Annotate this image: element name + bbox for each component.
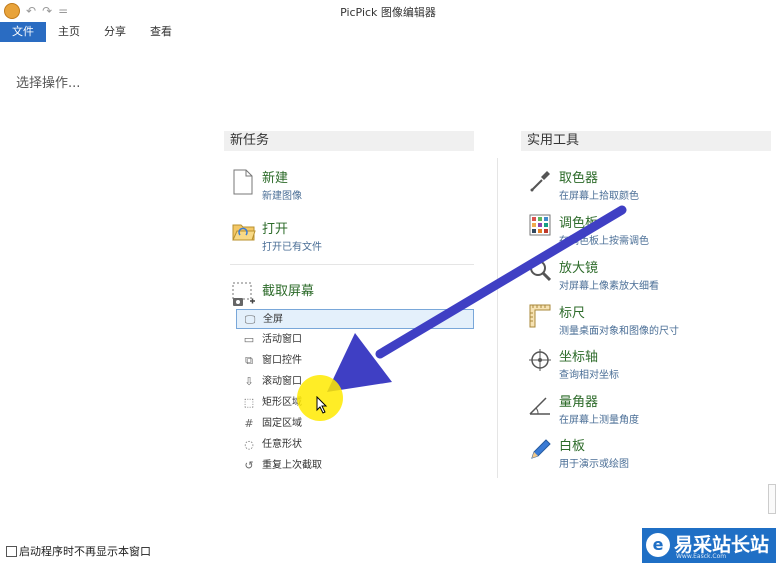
mouse-cursor-icon: [316, 395, 328, 418]
watermark-url: Www.Easck.Com: [676, 553, 727, 560]
startup-option[interactable]: 启动程序时不再显示本窗口: [6, 543, 151, 559]
annotation-arrow: [327, 205, 627, 392]
startup-checkbox[interactable]: [6, 545, 17, 557]
watermark-logo-icon: e: [646, 533, 670, 557]
startup-checkbox-label: 启动程序时不再显示本窗口: [19, 545, 151, 558]
site-watermark: e 易采站长站 Www.Easck.Com: [642, 528, 776, 563]
